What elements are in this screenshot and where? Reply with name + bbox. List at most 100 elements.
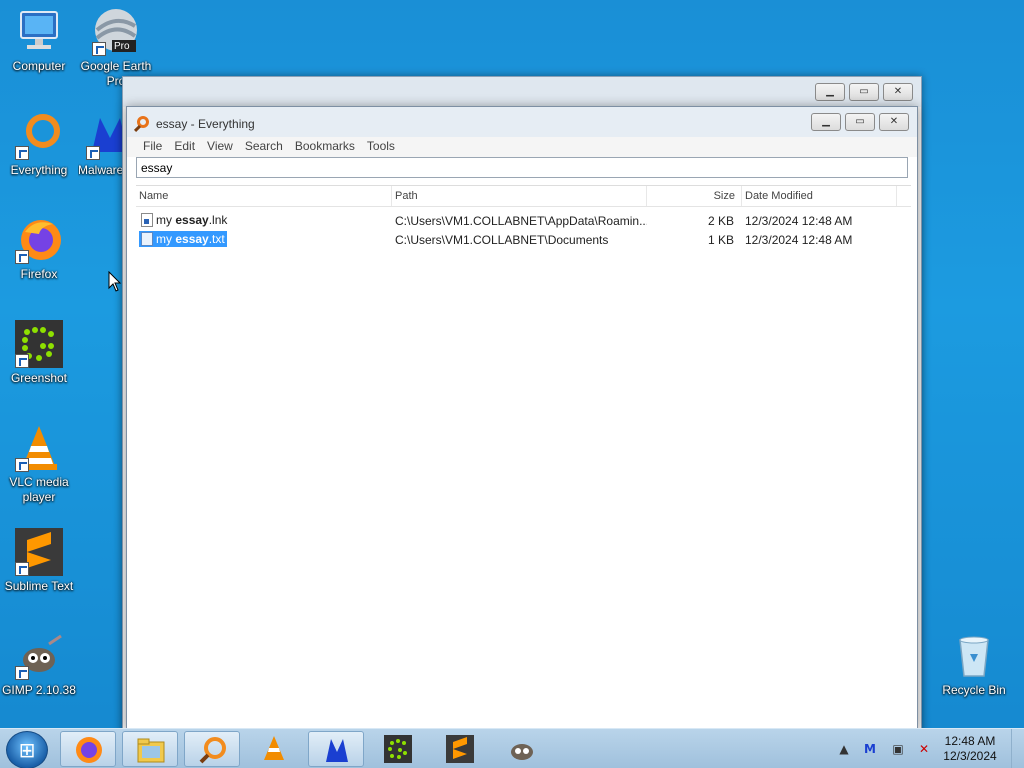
file-name-match: essay (175, 212, 209, 227)
taskbar-explorer[interactable] (122, 731, 178, 767)
sublime-icon (15, 528, 63, 576)
file-name-prefix: my (156, 212, 176, 227)
shortcut-arrow-icon (15, 250, 29, 264)
desktop-icon-computer[interactable]: Computer (1, 8, 77, 74)
file-name-suffix: .lnk (208, 212, 228, 227)
system-tray: ▲ M ▣ ✕ 12:48 AM 12/3/2024 (834, 729, 1024, 768)
gimp-icon (15, 632, 63, 680)
menu-bookmarks[interactable]: Bookmarks (289, 137, 361, 157)
column-header-size[interactable]: Size (647, 186, 742, 206)
column-header-date-modified[interactable]: Date Modified (742, 186, 897, 206)
shortcut-arrow-icon (15, 146, 29, 160)
menu-file[interactable]: File (137, 137, 168, 157)
background-window-titlebar[interactable] (123, 77, 921, 107)
file-name-match: essay (175, 231, 209, 246)
volume-muted-icon[interactable]: ✕ (916, 741, 932, 757)
firefox-icon (15, 216, 63, 264)
maximize-icon: ▭ (859, 86, 869, 97)
desktop-icon-recycle-bin[interactable]: Recycle Bin (936, 632, 1012, 698)
desktop-icon-label: GIMP 2.10.38 (2, 683, 76, 697)
column-header-path[interactable]: Path (392, 186, 647, 206)
start-button[interactable] (6, 731, 48, 768)
clock[interactable]: 12:48 AM 12/3/2024 (940, 734, 1000, 764)
desktop-icon-label: Greenshot (10, 371, 68, 385)
shortcut-arrow-icon (15, 562, 29, 576)
taskbar-malwarebytes[interactable] (308, 731, 364, 767)
desktop-icon-firefox[interactable]: Firefox (1, 216, 77, 282)
menu-view[interactable]: View (201, 137, 239, 157)
desktop-icon-everything[interactable]: Everything (1, 112, 77, 178)
computer-icon (15, 8, 63, 56)
taskbar-gimp[interactable] (494, 731, 550, 767)
taskbar-everything[interactable] (184, 731, 240, 767)
menu-bar: File Edit View Search Bookmarks Tools (127, 137, 917, 157)
shortcut-arrow-icon (92, 42, 106, 56)
shortcut-arrow-icon (15, 458, 29, 472)
desktop-icon-vlc[interactable]: VLC media player (1, 424, 77, 505)
maximize-button[interactable]: ▭ (849, 83, 879, 101)
maximize-icon: ▭ (855, 116, 865, 127)
minimize-icon: ▁ (826, 86, 834, 97)
file-name-cell: my essay.txt (136, 230, 392, 249)
search-box (136, 157, 908, 178)
file-name[interactable]: my essay.lnk (139, 212, 229, 228)
background-window-caption-buttons: ▁ ▭ ✕ (815, 83, 913, 101)
taskbar-sublime[interactable] (432, 731, 488, 767)
network-icon[interactable]: ▣ (890, 741, 906, 757)
menu-edit[interactable]: Edit (168, 137, 201, 157)
desktop-icon-gimp[interactable]: GIMP 2.10.38 (1, 632, 77, 698)
menu-tools[interactable]: Tools (361, 137, 401, 157)
taskbar-firefox[interactable] (60, 731, 116, 767)
vlc-icon (15, 424, 63, 472)
desktop-icon-label: Computer (12, 59, 66, 73)
clock-date: 12/3/2024 (943, 749, 997, 763)
desktop-icon-label: VLC media player (9, 475, 69, 504)
malwarebytes-icon (86, 112, 124, 160)
desktop-icon-sublime[interactable]: Sublime Text (1, 528, 77, 594)
desktop-icon-label: Malwarebytes (78, 163, 124, 177)
file-name-prefix: my (156, 231, 176, 246)
close-button[interactable]: ✕ (879, 113, 909, 131)
minimize-button[interactable]: ▁ (815, 83, 845, 101)
file-size-cell: 2 KB (707, 213, 734, 228)
close-button[interactable]: ✕ (883, 83, 913, 101)
desktop-icon-label: Firefox (20, 267, 58, 281)
everything-window[interactable]: essay - Everything ▁ ▭ ✕ File Edit View … (126, 106, 918, 730)
desktop-icon-label: Recycle Bin (942, 683, 1006, 697)
desktop-icon-greenshot[interactable]: Greenshot (1, 320, 77, 386)
everything-icon (15, 112, 63, 160)
taskbar: ▲ M ▣ ✕ 12:48 AM 12/3/2024 (0, 728, 1024, 768)
table-row[interactable]: my essay.txt C:\Users\VM1.COLLABNET\Docu… (136, 230, 911, 249)
maximize-button[interactable]: ▭ (845, 113, 875, 131)
shortcut-arrow-icon (15, 666, 29, 680)
file-date-cell: 12/3/2024 12:48 AM (745, 232, 853, 247)
taskbar-greenshot[interactable] (370, 731, 426, 767)
close-icon: ✕ (889, 116, 899, 127)
file-name-selected[interactable]: my essay.txt (139, 230, 227, 247)
show-hidden-icons-chevron-up-icon[interactable]: ▲ (836, 741, 852, 757)
shortcut-arrow-icon (86, 146, 100, 160)
desktop-icon-malwarebytes[interactable]: Malwarebytes (78, 112, 124, 178)
clock-time: 12:48 AM (944, 734, 996, 748)
search-input[interactable] (137, 158, 907, 177)
minimize-button[interactable]: ▁ (811, 113, 841, 131)
file-path-cell: C:\Users\VM1.COLLABNET\Documents (395, 232, 609, 247)
column-header-row: Name Path Size Date Modified (136, 186, 911, 207)
recycle-bin-icon (950, 632, 998, 680)
shortcut-arrow-icon (15, 354, 29, 368)
everything-icon (199, 737, 226, 764)
column-header-name[interactable]: Name (136, 186, 392, 206)
gimp-icon (511, 744, 533, 760)
file-size-cell: 1 KB (707, 232, 734, 247)
taskbar-vlc[interactable] (246, 731, 302, 767)
firefox-icon (76, 737, 102, 763)
menu-search[interactable]: Search (239, 137, 289, 157)
results-list[interactable]: Name Path Size Date Modified my essay.ln… (136, 185, 911, 729)
window-titlebar[interactable]: essay - Everything ▁ ▭ ✕ (127, 107, 917, 137)
malwarebytes-tray-icon[interactable]: M (862, 741, 878, 757)
window-title: essay - Everything (156, 117, 255, 131)
shortcut-file-icon (141, 212, 153, 227)
table-row[interactable]: my essay.lnk C:\Users\VM1.COLLABNET\AppD… (136, 211, 911, 230)
show-desktop-button[interactable] (1011, 729, 1024, 768)
desktop-icon-label: Sublime Text (4, 579, 74, 593)
